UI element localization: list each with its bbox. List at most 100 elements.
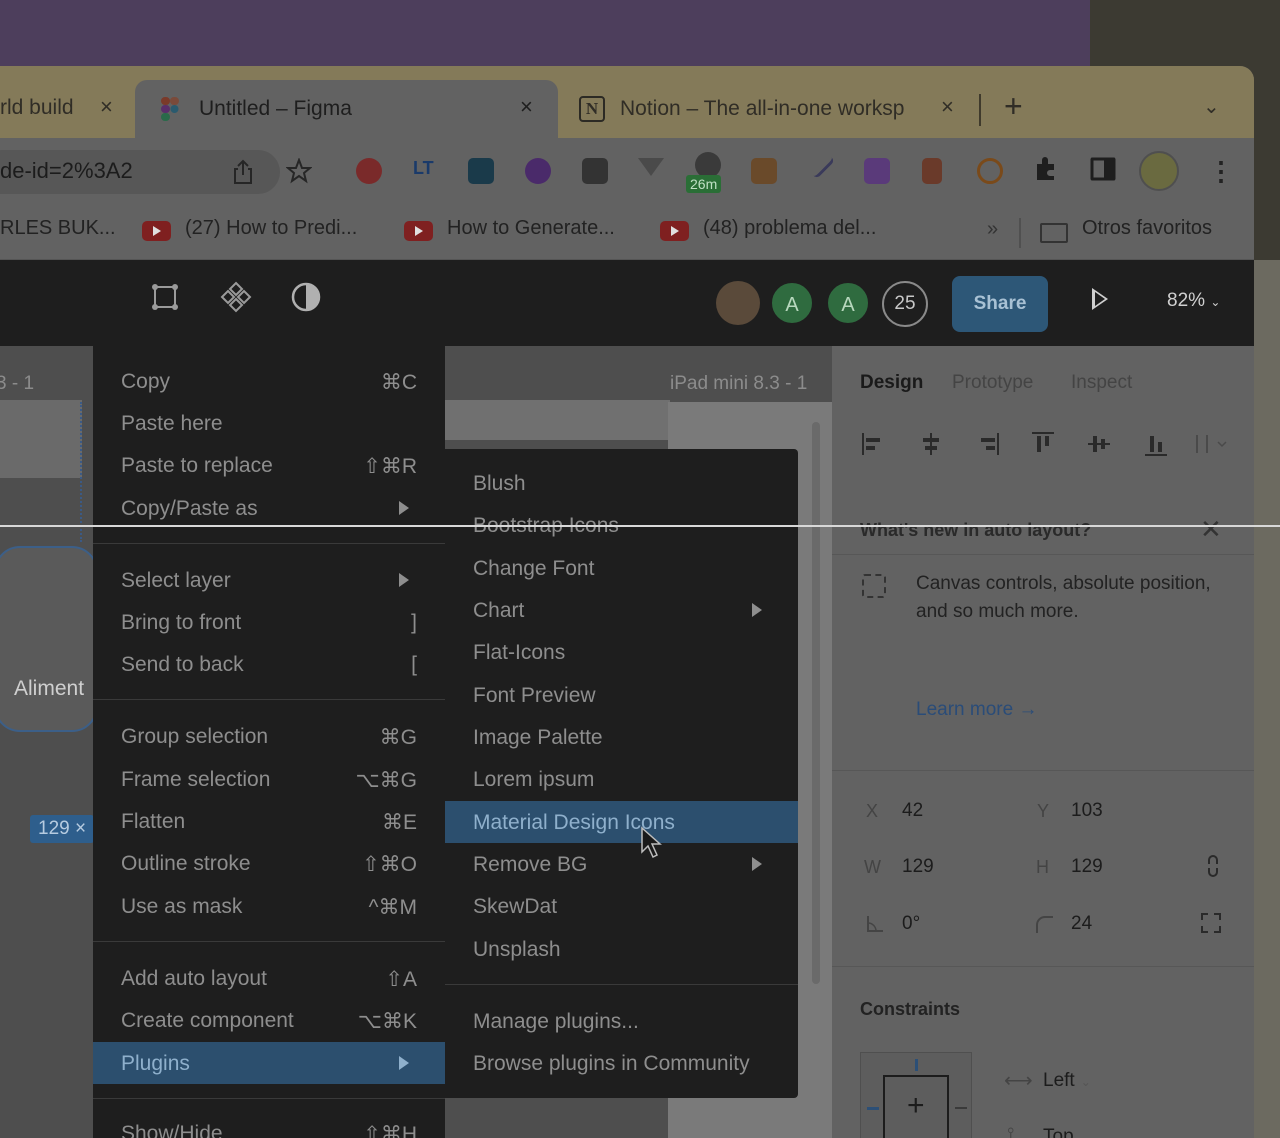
present-play-icon[interactable]	[1092, 288, 1108, 310]
frame-label[interactable]: iPad mini 8.3 - 1	[670, 373, 807, 395]
tab-close-icon[interactable]: ×	[520, 94, 533, 120]
plugin-item-material-design-icons[interactable]: Material Design Icons	[445, 801, 798, 843]
menu-item-paste-here[interactable]: Paste here	[93, 402, 445, 444]
menu-item-plugins[interactable]: Plugins	[93, 1042, 445, 1084]
react-extension-icon[interactable]	[468, 158, 494, 184]
align-top-icon[interactable]	[1029, 430, 1057, 458]
coffee-extension-icon[interactable]	[922, 158, 942, 184]
align-bottom-icon[interactable]	[1142, 430, 1170, 458]
collaborator-avatar[interactable]: A	[826, 281, 870, 325]
radius-input[interactable]: 24	[1071, 913, 1092, 935]
bookmark-item[interactable]: (27) How to Predi...	[185, 217, 357, 240]
tab-prototype[interactable]: Prototype	[952, 372, 1033, 394]
tab-notion[interactable]: N Notion – The all-in-one worksp ×	[575, 80, 975, 138]
contrast-tool-icon[interactable]	[289, 280, 323, 314]
collaborator-avatar[interactable]	[716, 281, 760, 325]
bookmark-item[interactable]: How to Generate...	[447, 217, 615, 240]
height-input[interactable]: 129	[1071, 856, 1103, 878]
plugin-item[interactable]: Blush	[445, 462, 798, 504]
gradient-extension-icon[interactable]	[864, 158, 890, 184]
browser-menu-icon[interactable]: ⋮	[1208, 156, 1234, 187]
constrain-proportions-icon[interactable]	[1202, 855, 1224, 877]
plugin-item[interactable]: Unsplash	[445, 928, 798, 970]
plugin-item[interactable]: Change Font	[445, 547, 798, 589]
collaborator-count[interactable]: 25	[882, 281, 928, 327]
lt-extension-icon[interactable]: LT	[413, 158, 439, 184]
menu-item-show-hide[interactable]: Show/Hide ⇧⌘H	[93, 1112, 445, 1138]
y-input[interactable]: 103	[1071, 800, 1103, 822]
align-left-icon[interactable]	[860, 430, 888, 458]
menu-item-use-as-mask[interactable]: Use as mask ^⌘M	[93, 885, 445, 927]
menu-item-send-to-back[interactable]: Send to back [	[93, 643, 445, 685]
align-middle-v-icon[interactable]	[1085, 430, 1113, 458]
x-input[interactable]: 42	[902, 800, 923, 822]
tab-inspect[interactable]: Inspect	[1071, 372, 1132, 394]
search-extension-icon[interactable]	[582, 158, 608, 184]
frame-label[interactable]: 3 - 1	[0, 373, 34, 395]
share-button[interactable]: Share	[952, 276, 1048, 332]
manage-plugins-item[interactable]: Manage plugins...	[445, 1000, 798, 1042]
align-right-icon[interactable]	[973, 430, 1001, 458]
puzzle-icon[interactable]	[1033, 156, 1059, 182]
tab-close-icon[interactable]: ×	[941, 94, 954, 120]
menu-item-create-component[interactable]: Create component ⌥⌘K	[93, 999, 445, 1041]
url-text[interactable]: de-id=2%3A2	[0, 158, 133, 184]
constraints-widget[interactable]: +	[860, 1052, 972, 1138]
constraint-left-handle[interactable]	[867, 1107, 879, 1110]
menu-item-frame-selection[interactable]: Frame selection ⌥⌘G	[93, 758, 445, 800]
selected-card[interactable]	[0, 546, 98, 732]
zoom-dropdown[interactable]: 82% ⌄	[1167, 290, 1220, 312]
power-extension-icon[interactable]	[977, 158, 1003, 184]
menu-item-select-layer[interactable]: Select layer	[93, 559, 445, 601]
menu-item-copy[interactable]: Copy ⌘C	[93, 360, 445, 402]
plugin-item[interactable]: SkewDat	[445, 885, 798, 927]
share-page-icon[interactable]	[232, 159, 254, 185]
tab-close-icon[interactable]: ×	[100, 94, 113, 120]
shield-extension-icon[interactable]	[356, 158, 382, 184]
browse-plugins-item[interactable]: Browse plugins in Community	[445, 1042, 798, 1084]
bookmark-item[interactable]: (48) problema del...	[703, 217, 876, 240]
more-bookmarks-button[interactable]: »	[987, 218, 998, 241]
bookmark-star-icon[interactable]	[286, 158, 312, 184]
learn-more-link[interactable]: Learn more →	[916, 699, 1037, 721]
tab-search-chevron-icon[interactable]: ⌄	[1203, 94, 1220, 119]
constraint-right-handle[interactable]	[955, 1107, 967, 1109]
vue-extension-icon[interactable]	[638, 158, 664, 176]
plugin-item[interactable]: Lorem ipsum	[445, 758, 798, 800]
purple-extension-icon[interactable]	[525, 158, 551, 184]
close-icon[interactable]: ✕	[1200, 514, 1222, 545]
align-center-h-icon[interactable]	[917, 430, 945, 458]
plugin-item-remove-bg[interactable]: Remove BG	[445, 843, 798, 885]
side-panel-icon[interactable]	[1090, 156, 1116, 182]
plugin-item[interactable]: Flat-Icons	[445, 631, 798, 673]
independent-corners-icon[interactable]	[1200, 912, 1222, 934]
tab-world-builder[interactable]: rld build ×	[0, 80, 135, 138]
new-tab-button[interactable]: +	[1004, 88, 1023, 125]
vertical-constraint-select[interactable]: Top ⌄	[1043, 1126, 1090, 1138]
component-tool-icon[interactable]	[219, 280, 253, 314]
bookmark-item[interactable]: RLES BUK...	[0, 217, 116, 240]
collaborator-avatar[interactable]: A	[770, 281, 814, 325]
constraint-top-handle[interactable]	[915, 1059, 918, 1071]
tab-design[interactable]: Design	[860, 372, 923, 394]
plugin-item[interactable]: Font Preview	[445, 674, 798, 716]
canvas-scrollbar[interactable]	[812, 422, 820, 984]
menu-item-outline-stroke[interactable]: Outline stroke ⇧⌘O	[93, 842, 445, 884]
width-input[interactable]: 129	[902, 856, 934, 878]
menu-item-paste-to-replace[interactable]: Paste to replace ⇧⌘R	[93, 444, 445, 486]
distribute-icon[interactable]	[1194, 430, 1230, 458]
plugin-item-chart[interactable]: Chart	[445, 589, 798, 631]
plugin-item[interactable]: Image Palette	[445, 716, 798, 758]
horizontal-constraint-select[interactable]: Left ⌄	[1043, 1070, 1091, 1092]
menu-item-flatten[interactable]: Flatten ⌘E	[93, 800, 445, 842]
menu-item-add-auto-layout[interactable]: Add auto layout ⇧A	[93, 957, 445, 999]
metamask-extension-icon[interactable]	[751, 158, 777, 184]
rotation-input[interactable]: 0°	[902, 913, 920, 935]
tab-figma[interactable]: Untitled – Figma ×	[135, 80, 558, 138]
profile-avatar[interactable]	[1139, 151, 1179, 191]
menu-item-bring-to-front[interactable]: Bring to front]	[93, 601, 445, 643]
other-bookmarks-folder[interactable]: Otros favoritos	[1082, 217, 1212, 240]
frame-tool-icon[interactable]	[148, 280, 182, 314]
eyedropper-extension-icon[interactable]	[806, 150, 836, 180]
menu-item-group-selection[interactable]: Group selection ⌘G	[93, 715, 445, 757]
